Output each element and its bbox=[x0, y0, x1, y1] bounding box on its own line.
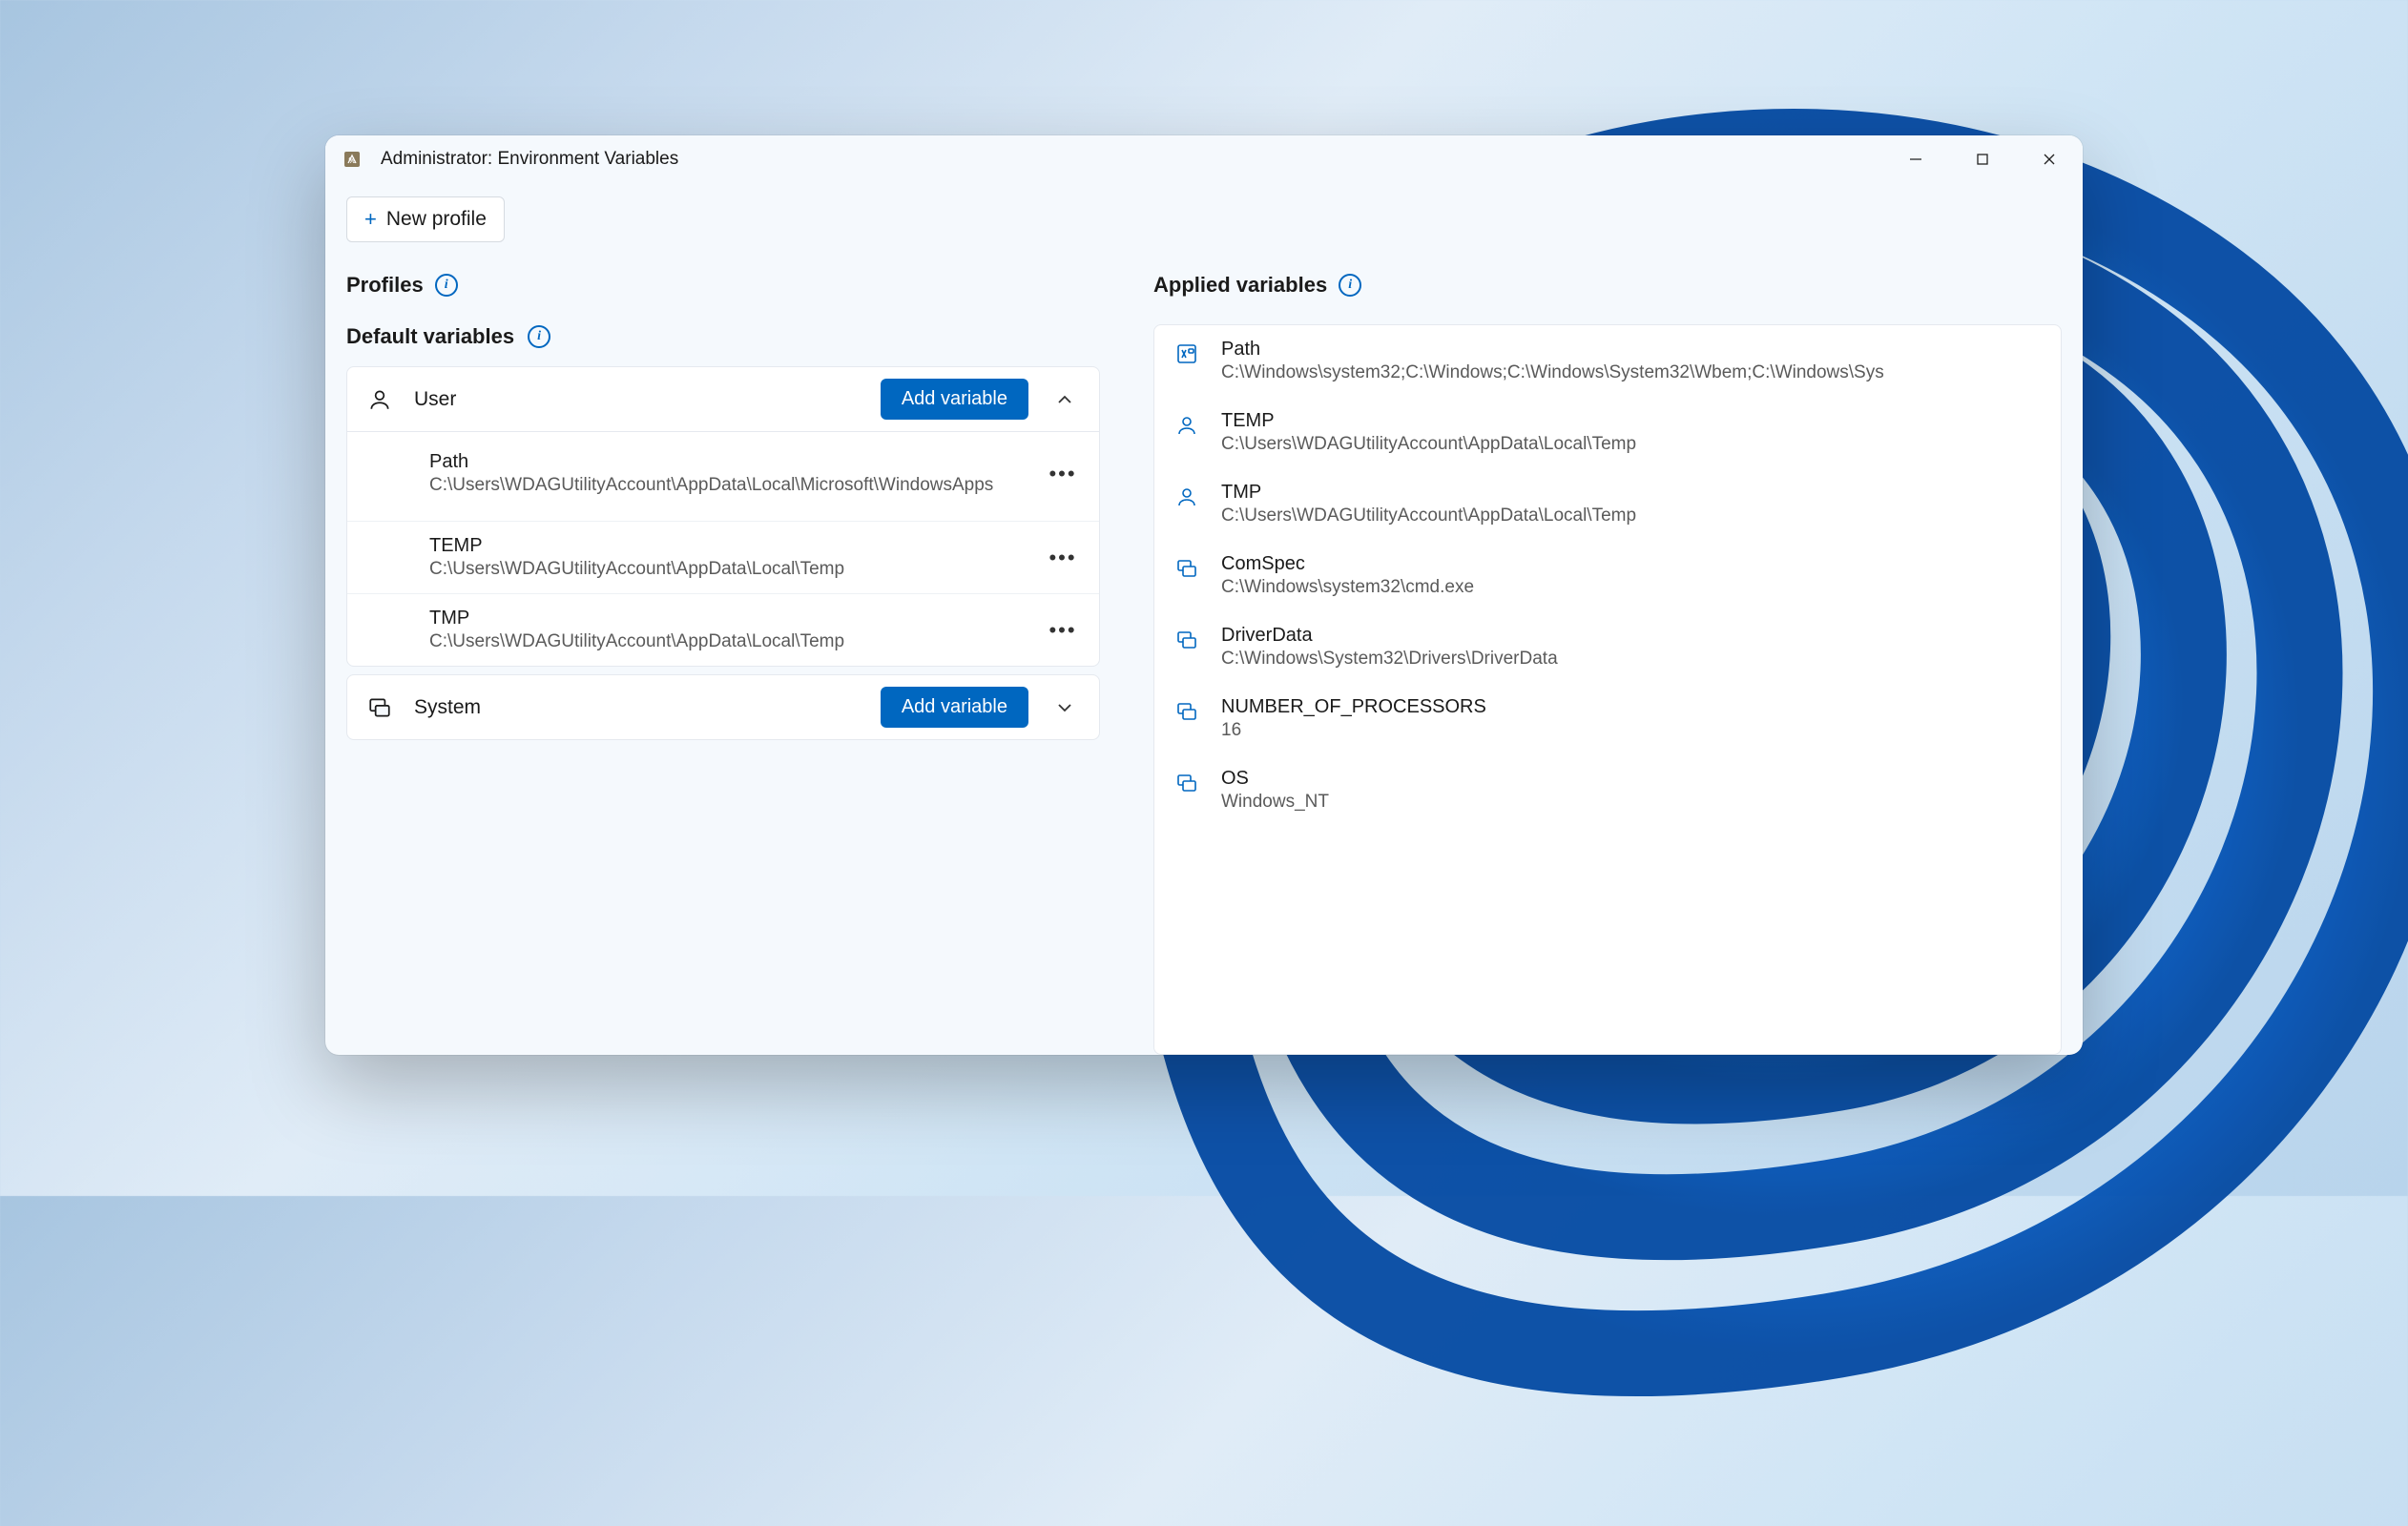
variable-name: TMP bbox=[429, 608, 1044, 629]
user-scope-card: User Add variable Path C:\Users\WDAGUtil… bbox=[346, 366, 1100, 667]
applied-variable-name: ComSpec bbox=[1221, 553, 2042, 575]
applied-variable-name: TMP bbox=[1221, 482, 2042, 504]
applied-variable-value: C:\Users\WDAGUtilityAccount\AppData\Loca… bbox=[1221, 434, 2042, 455]
variable-name: Path bbox=[429, 451, 1044, 473]
minimize-button[interactable] bbox=[1882, 135, 1949, 183]
variable-row[interactable]: TEMP C:\Users\WDAGUtilityAccount\AppData… bbox=[347, 521, 1099, 593]
app-icon: % bbox=[341, 148, 363, 171]
applied-variable-row[interactable]: DriverDataC:\Windows\System32\Drivers\Dr… bbox=[1154, 611, 2061, 683]
toolbar: + New profile bbox=[325, 183, 2083, 252]
applied-variable-value: Windows_NT bbox=[1221, 792, 2042, 813]
system-icon bbox=[1173, 772, 1200, 794]
system-scope-card: System Add variable bbox=[346, 674, 1100, 740]
svg-text:%: % bbox=[348, 156, 355, 165]
system-icon bbox=[364, 695, 395, 720]
applied-variable-value: 16 bbox=[1221, 720, 2042, 741]
applied-variable-row[interactable]: NUMBER_OF_PROCESSORS16 bbox=[1154, 683, 2061, 754]
applied-variable-row[interactable]: OSWindows_NT bbox=[1154, 754, 2061, 826]
applied-variable-row[interactable]: TEMPC:\Users\WDAGUtilityAccount\AppData\… bbox=[1154, 397, 2061, 468]
variable-value: C:\Users\WDAGUtilityAccount\AppData\Loca… bbox=[429, 475, 1044, 496]
applied-variable-name: OS bbox=[1221, 768, 2042, 790]
app-window: % Administrator: Environment Variables +… bbox=[325, 135, 2083, 1055]
variable-row[interactable]: TMP C:\Users\WDAGUtilityAccount\AppData\… bbox=[347, 593, 1099, 666]
applied-variable-name: Path bbox=[1221, 339, 2042, 361]
add-system-variable-button[interactable]: Add variable bbox=[881, 687, 1028, 728]
applied-variable-row[interactable]: TMPC:\Users\WDAGUtilityAccount\AppData\L… bbox=[1154, 468, 2061, 540]
applied-variable-row[interactable]: ComSpecC:\Windows\system32\cmd.exe bbox=[1154, 540, 2061, 611]
window-title: Administrator: Environment Variables bbox=[381, 149, 1882, 170]
new-profile-label: New profile bbox=[386, 208, 487, 231]
user-scope-header[interactable]: User Add variable bbox=[347, 367, 1099, 431]
expand-button[interactable] bbox=[1048, 691, 1082, 725]
plus-icon: + bbox=[364, 207, 377, 232]
titlebar[interactable]: % Administrator: Environment Variables bbox=[325, 135, 2083, 183]
variable-value: C:\Users\WDAGUtilityAccount\AppData\Loca… bbox=[429, 631, 1044, 652]
applied-variables-list[interactable]: PathC:\Windows\system32;C:\Windows;C:\Wi… bbox=[1153, 324, 2062, 1055]
close-button[interactable] bbox=[2016, 135, 2083, 183]
applied-variable-value: C:\Windows\system32;C:\Windows;C:\Window… bbox=[1221, 362, 2042, 383]
applied-variable-row[interactable]: PathC:\Windows\system32;C:\Windows;C:\Wi… bbox=[1154, 325, 2061, 397]
info-icon[interactable]: i bbox=[435, 274, 458, 297]
user-icon bbox=[364, 387, 395, 412]
default-variables-heading: Default variables i bbox=[346, 324, 1100, 349]
applied-variable-value: C:\Windows\System32\Drivers\DriverData bbox=[1221, 649, 2042, 670]
profiles-heading: Profiles i bbox=[346, 273, 1100, 298]
applied-variable-name: DriverData bbox=[1221, 625, 2042, 647]
info-icon[interactable]: i bbox=[528, 325, 550, 348]
system-icon bbox=[1173, 629, 1200, 651]
maximize-button[interactable] bbox=[1949, 135, 2016, 183]
system-icon bbox=[1173, 557, 1200, 580]
variable-name: TEMP bbox=[429, 535, 1044, 557]
variable-value: C:\Users\WDAGUtilityAccount\AppData\Loca… bbox=[429, 559, 1044, 580]
more-options-button[interactable]: ••• bbox=[1044, 455, 1082, 493]
info-icon[interactable]: i bbox=[1339, 274, 1361, 297]
more-options-button[interactable]: ••• bbox=[1044, 539, 1082, 577]
new-profile-button[interactable]: + New profile bbox=[346, 196, 505, 242]
system-icon bbox=[1173, 700, 1200, 723]
variable-row[interactable]: Path C:\Users\WDAGUtilityAccount\AppData… bbox=[347, 431, 1099, 521]
add-user-variable-button[interactable]: Add variable bbox=[881, 379, 1028, 420]
user-scope-label: User bbox=[414, 388, 861, 411]
user-icon bbox=[1173, 485, 1200, 508]
applied-variable-name: NUMBER_OF_PROCESSORS bbox=[1221, 696, 2042, 718]
app-icon bbox=[1173, 342, 1200, 365]
applied-variable-value: C:\Users\WDAGUtilityAccount\AppData\Loca… bbox=[1221, 505, 2042, 526]
collapse-button[interactable] bbox=[1048, 382, 1082, 417]
system-scope-label: System bbox=[414, 696, 861, 719]
more-options-button[interactable]: ••• bbox=[1044, 611, 1082, 650]
applied-variable-value: C:\Windows\system32\cmd.exe bbox=[1221, 577, 2042, 598]
user-icon bbox=[1173, 414, 1200, 437]
applied-variable-name: TEMP bbox=[1221, 410, 2042, 432]
applied-variables-heading: Applied variables i bbox=[1153, 273, 2062, 298]
system-scope-header[interactable]: System Add variable bbox=[347, 675, 1099, 739]
